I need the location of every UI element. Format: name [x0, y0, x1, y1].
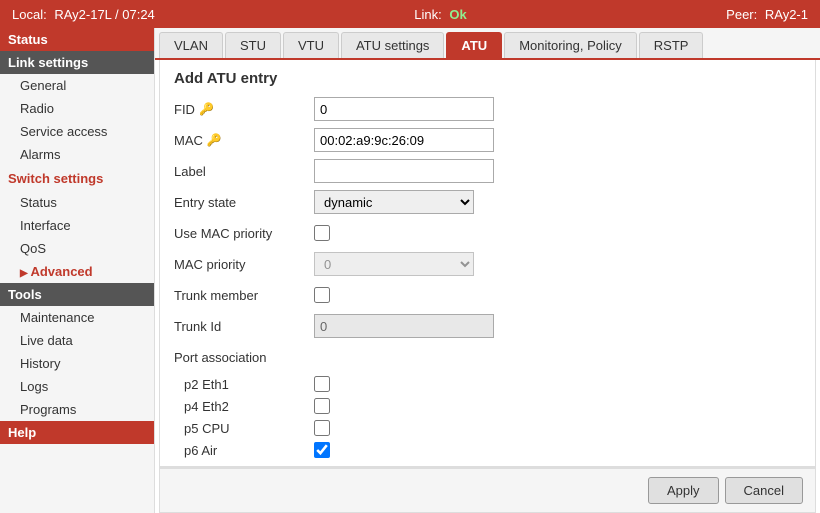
sidebar-item-live-data[interactable]: Live data	[0, 329, 154, 352]
link-info: Link: Ok	[414, 7, 466, 22]
label-input[interactable]	[314, 159, 494, 183]
fid-input[interactable]	[314, 97, 494, 121]
sidebar-item-radio[interactable]: Radio	[0, 97, 154, 120]
use-mac-priority-row: Use MAC priority	[174, 221, 801, 245]
label-row: Label	[174, 159, 801, 183]
sidebar-item-interface[interactable]: Interface	[0, 214, 154, 237]
sidebar-section-link-settings[interactable]: Link settings	[0, 51, 154, 74]
port-p6-row: p6 Air	[184, 442, 801, 458]
form-title: Add ATU entry	[174, 70, 801, 87]
sidebar-section-help[interactable]: Help	[0, 421, 154, 444]
port-association-label: Port association	[174, 350, 314, 365]
fid-key-icon: 🔑	[199, 102, 214, 116]
sidebar-section-status[interactable]: Status	[0, 28, 154, 51]
fid-row: FID 🔑	[174, 97, 801, 121]
use-mac-priority-label: Use MAC priority	[174, 226, 314, 241]
sidebar-item-service-access[interactable]: Service access	[0, 120, 154, 143]
tab-rstp[interactable]: RSTP	[639, 32, 704, 58]
port-p5-label: p5 CPU	[184, 421, 314, 436]
tab-stu[interactable]: STU	[225, 32, 281, 58]
port-p6-label: p6 Air	[184, 443, 314, 458]
port-p4-label: p4 Eth2	[184, 399, 314, 414]
port-association-label-row: Port association	[174, 345, 801, 369]
trunk-member-checkbox[interactable]	[314, 287, 330, 303]
label-label: Label	[174, 164, 314, 179]
port-p2-label: p2 Eth1	[184, 377, 314, 392]
cancel-button[interactable]: Cancel	[725, 477, 803, 504]
entry-state-select[interactable]: dynamic static none	[314, 190, 474, 214]
fid-label: FID 🔑	[174, 102, 314, 117]
entry-state-row: Entry state dynamic static none	[174, 190, 801, 214]
local-info: Local: RAy2-17L / 07:24	[12, 7, 155, 22]
peer-info: Peer: RAy2-1	[726, 7, 808, 22]
tab-atu-settings[interactable]: ATU settings	[341, 32, 444, 58]
peer-value: RAy2-1	[765, 7, 808, 22]
tab-atu[interactable]: ATU	[446, 32, 502, 58]
sidebar-item-history[interactable]: History	[0, 352, 154, 375]
local-value: RAy2-17L / 07:24	[54, 7, 154, 22]
port-p2-checkbox[interactable]	[314, 376, 330, 392]
form-panel: Add ATU entry FID 🔑 MAC 🔑	[159, 60, 816, 467]
local-label: Local:	[12, 7, 47, 22]
tab-vtu[interactable]: VTU	[283, 32, 339, 58]
mac-input[interactable]	[314, 128, 494, 152]
sidebar-item-maintenance[interactable]: Maintenance	[0, 306, 154, 329]
sidebar-item-logs[interactable]: Logs	[0, 375, 154, 398]
mac-label: MAC 🔑	[174, 133, 314, 148]
sidebar: Status Link settings General Radio Servi…	[0, 28, 155, 513]
trunk-member-row: Trunk member	[174, 283, 801, 307]
sidebar-item-general[interactable]: General	[0, 74, 154, 97]
sidebar-item-programs[interactable]: Programs	[0, 398, 154, 421]
mac-priority-label: MAC priority	[174, 257, 314, 272]
tabs-bar: VLAN STU VTU ATU settings ATU Monitoring…	[155, 28, 820, 60]
port-p2-row: p2 Eth1	[184, 376, 801, 392]
mac-priority-row: MAC priority 0	[174, 252, 801, 276]
entry-state-label: Entry state	[174, 195, 314, 210]
trunk-member-label: Trunk member	[174, 288, 314, 303]
tab-vlan[interactable]: VLAN	[159, 32, 223, 58]
link-label: Link:	[414, 7, 441, 22]
apply-button[interactable]: Apply	[648, 477, 719, 504]
sidebar-section-switch-settings: Switch settings	[0, 166, 154, 191]
sidebar-item-advanced[interactable]: Advanced	[0, 260, 154, 283]
top-bar: Local: RAy2-17L / 07:24 Link: Ok Peer: R…	[0, 0, 820, 28]
use-mac-priority-checkbox[interactable]	[314, 225, 330, 241]
trunk-id-label: Trunk Id	[174, 319, 314, 334]
port-p4-checkbox[interactable]	[314, 398, 330, 414]
tab-monitoring-policy[interactable]: Monitoring, Policy	[504, 32, 637, 58]
sidebar-item-qos[interactable]: QoS	[0, 237, 154, 260]
mac-priority-select[interactable]: 0	[314, 252, 474, 276]
port-p5-checkbox[interactable]	[314, 420, 330, 436]
trunk-id-row: Trunk Id	[174, 314, 801, 338]
port-p4-row: p4 Eth2	[184, 398, 801, 414]
mac-row: MAC 🔑	[174, 128, 801, 152]
sidebar-item-alarms[interactable]: Alarms	[0, 143, 154, 166]
port-p6-checkbox[interactable]	[314, 442, 330, 458]
sidebar-item-status[interactable]: Status	[0, 191, 154, 214]
trunk-id-input	[314, 314, 494, 338]
port-p5-row: p5 CPU	[184, 420, 801, 436]
action-bar: Apply Cancel	[159, 467, 816, 513]
sidebar-section-tools[interactable]: Tools	[0, 283, 154, 306]
link-value: Ok	[449, 7, 466, 22]
peer-label: Peer:	[726, 7, 757, 22]
mac-key-icon: 🔑	[207, 133, 222, 147]
